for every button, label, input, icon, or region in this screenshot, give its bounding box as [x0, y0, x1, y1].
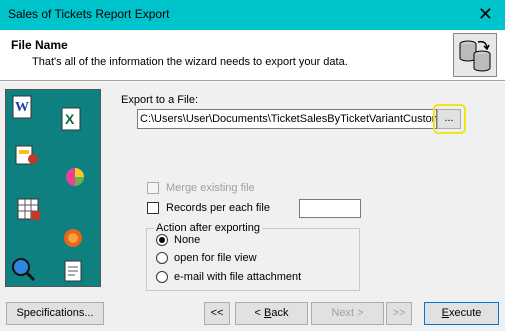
last-page-button[interactable]: >>: [386, 302, 412, 325]
next-button[interactable]: Next >: [311, 302, 384, 325]
back-prefix: <: [254, 307, 264, 319]
page-subtitle: That's all of the information the wizard…: [32, 56, 348, 68]
first-page-button[interactable]: <<: [204, 302, 230, 325]
export-file-label: Export to a File:: [121, 94, 199, 106]
notepad-icon: [64, 260, 82, 282]
radio-open-file[interactable]: [156, 252, 168, 264]
close-icon[interactable]: ✕: [478, 3, 493, 25]
merge-label: Merge existing file: [166, 182, 255, 194]
page-title: File Name: [11, 38, 68, 52]
search-globe-icon: [12, 258, 36, 282]
execute-accel: E: [441, 307, 449, 319]
word-document-icon: W: [12, 95, 32, 119]
header-divider: [0, 80, 505, 82]
records-label: Records per each file: [166, 202, 270, 214]
firefox-icon: [64, 229, 82, 247]
radio-none[interactable]: [156, 234, 168, 246]
group-title: Action after exporting: [154, 222, 262, 234]
wizard-sidebar-art: W X: [5, 89, 101, 287]
svg-text:W: W: [15, 100, 29, 115]
back-rest: ack: [271, 307, 289, 319]
back-button[interactable]: < Back: [235, 302, 308, 325]
wizard-header: File Name That's all of the information …: [0, 30, 505, 80]
merge-checkbox[interactable]: [147, 182, 159, 194]
radio-open-file-label: open for file view: [174, 252, 257, 264]
records-per-file-input[interactable]: [299, 199, 361, 218]
execute-rest: xecute: [448, 307, 482, 319]
chart-icon: [66, 168, 84, 186]
records-checkbox[interactable]: [147, 202, 159, 214]
specifications-button[interactable]: Specifications...: [6, 302, 104, 325]
execute-button[interactable]: Execute: [424, 302, 499, 325]
radio-email-label: e-mail with file attachment: [174, 271, 302, 283]
excel-icon: X: [61, 107, 81, 131]
browse-button[interactable]: ...: [437, 109, 461, 129]
report-icon: [15, 145, 38, 165]
window-title: Sales of Tickets Report Export: [8, 7, 170, 21]
export-path-field[interactable]: C:\Users\User\Documents\TicketSalesByTic…: [137, 109, 437, 129]
radio-none-label: None: [174, 234, 201, 246]
radio-email[interactable]: [156, 271, 168, 283]
svg-text:X: X: [65, 111, 75, 127]
database-sync-icon: [453, 33, 497, 77]
title-bar: Sales of Tickets Report Export ✕: [0, 0, 505, 30]
spreadsheet-icon: [17, 198, 40, 220]
